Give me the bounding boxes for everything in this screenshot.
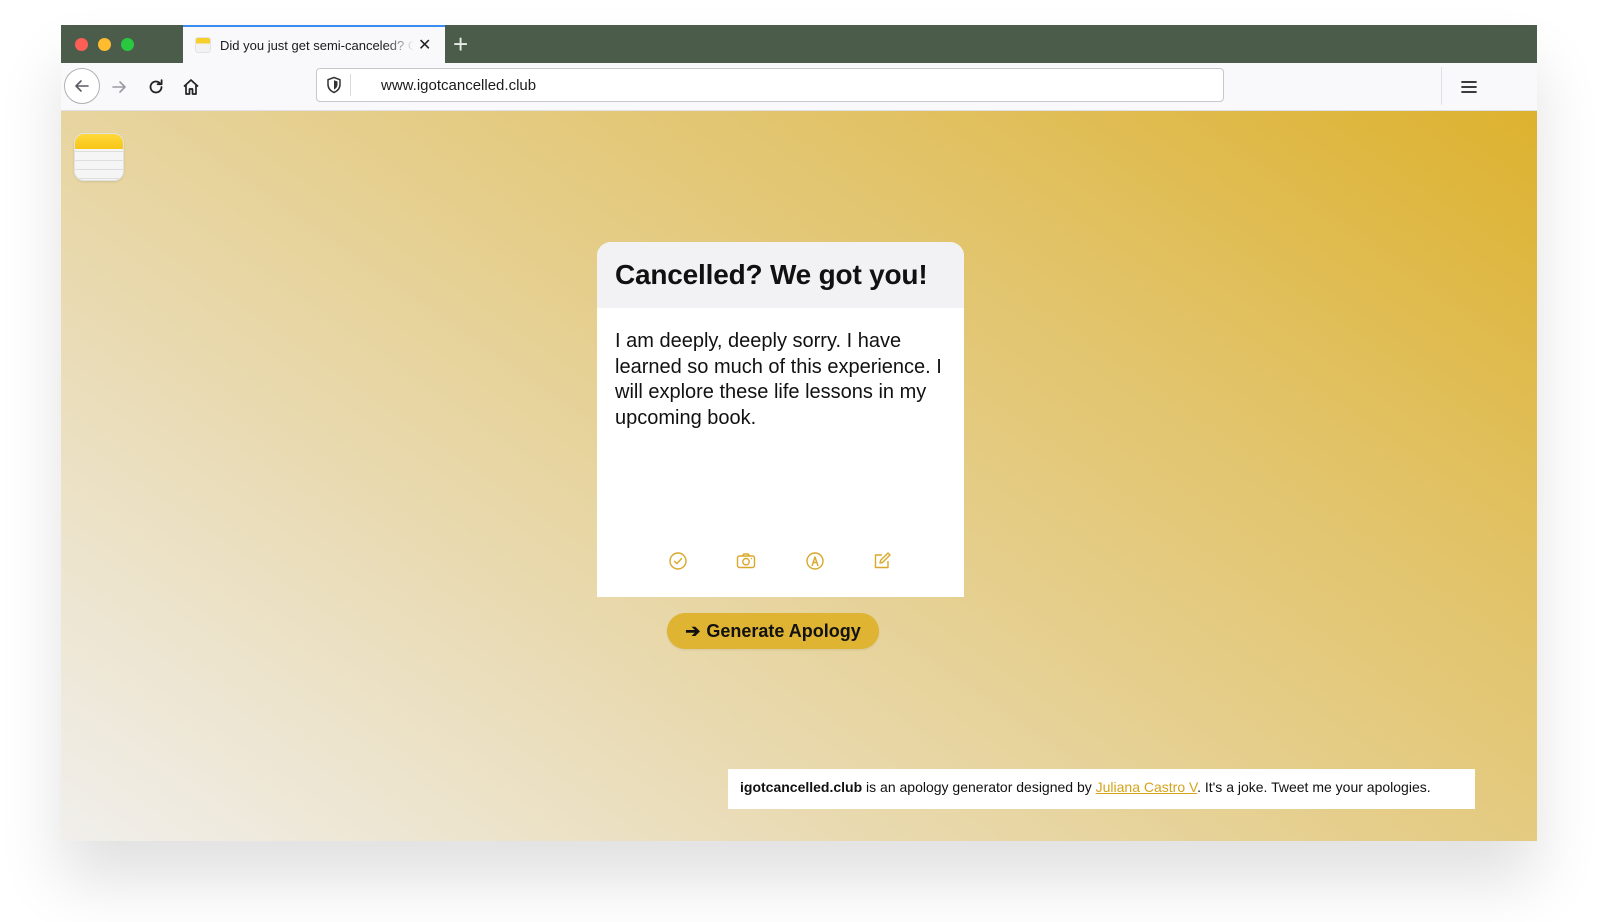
markup-icon[interactable] [805,551,825,571]
app-menu-button[interactable] [1457,75,1481,99]
reload-icon [149,79,163,94]
notes-app-icon [74,133,124,181]
reload-button[interactable] [143,74,169,100]
apology-text: I am deeply, deeply sorry. I have learne… [615,330,942,429]
camera-icon[interactable] [736,551,756,571]
tab-active[interactable]: Did you just get semi-canceled? Ge ✕ [183,25,445,63]
tab-title: Did you just get semi-canceled? Ge [220,37,414,53]
zoom-window-button[interactable] [121,38,134,51]
url-bar[interactable]: www.igotcancelled.club [316,68,1224,102]
hamburger-menu-icon [1461,81,1477,93]
page-title: Cancelled? We got you! [615,259,928,290]
back-button[interactable] [64,68,100,104]
footer-credit: igotcancelled.club is an apology generat… [728,769,1475,809]
navigation-toolbar: www.igotcancelled.club [61,63,1537,111]
forward-button[interactable] [106,74,132,100]
home-button[interactable] [178,74,204,100]
apology-note-card: Cancelled? We got you! I am deeply, deep… [597,242,964,597]
author-link[interactable]: Juliana Castro V [1096,779,1197,795]
note-toolbar [597,551,964,573]
card-header: Cancelled? We got you! [597,242,964,308]
arrow-right-icon [112,81,126,93]
url-text[interactable]: www.igotcancelled.club [381,77,536,94]
minimize-window-button[interactable] [98,38,111,51]
page-content: Cancelled? We got you! I am deeply, deep… [61,111,1537,841]
footer-site-name: igotcancelled.club [740,779,863,795]
browser-window: Did you just get semi-canceled? Ge ✕ + w… [61,25,1537,841]
arrow-right-icon: ➔ [685,620,701,641]
home-icon [183,79,199,95]
tab-close-icon[interactable]: ✕ [418,35,431,55]
generate-apology-label: Generate Apology [706,620,861,641]
compose-icon[interactable] [872,551,892,571]
footer-text-1: is an apology generator designed by [862,779,1096,795]
shield-icon[interactable] [325,76,343,94]
toolbar-separator [1441,67,1442,105]
close-window-button[interactable] [75,38,88,51]
tab-bar: Did you just get semi-canceled? Ge ✕ + [61,25,1537,63]
generate-apology-button[interactable]: ➔ Generate Apology [667,613,879,649]
url-separator [350,74,351,96]
footer-text-2: . It's a joke. Tweet me your apologies. [1197,779,1431,795]
notes-favicon-icon [195,37,211,53]
arrow-left-icon [75,80,89,92]
new-tab-button[interactable]: + [453,29,468,59]
check-circle-icon[interactable] [668,551,688,571]
